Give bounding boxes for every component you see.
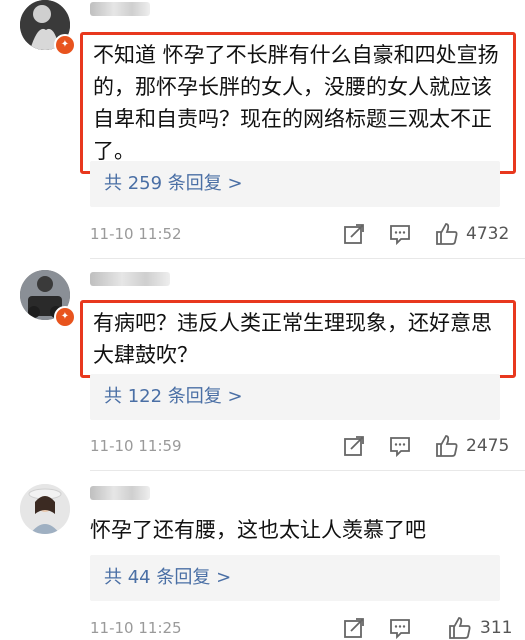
like-count: 2475 xyxy=(466,436,510,456)
comment-icon[interactable] xyxy=(388,434,412,458)
username-blurred[interactable] xyxy=(90,2,150,16)
verified-badge-icon: ✦ xyxy=(54,306,76,328)
view-replies-link[interactable]: 共 122 条回复 > xyxy=(104,374,243,420)
thumbs-up-icon[interactable] xyxy=(435,434,459,458)
view-replies-link[interactable]: 共 44 条回复 > xyxy=(104,555,231,601)
comment-text: 怀孕了还有腰，这也太让人羡慕了吧 xyxy=(90,518,426,542)
reply-box[interactable]: 共 259 条回复 > xyxy=(90,161,500,207)
share-icon[interactable] xyxy=(342,434,366,458)
reply-box[interactable]: 共 122 条回复 > xyxy=(90,374,500,420)
comment-meta: 11-10 11:25 311 xyxy=(90,616,513,640)
comment-text: 不知道 怀孕了不长胖有什么自豪和四处宣扬的，那怀孕长胖的女人，没腰的女人就应该自… xyxy=(80,32,516,174)
comment-item-2: ✦ 有病吧？违反人类正常生理现象，还好意思大肆鼓吹？ 共 122 条回复 > 1… xyxy=(0,270,525,470)
timestamp: 11-10 11:25 xyxy=(90,619,182,637)
verified-badge-icon: ✦ xyxy=(54,34,76,56)
reply-box[interactable]: 共 44 条回复 > xyxy=(90,555,500,601)
divider xyxy=(90,470,525,471)
thumbs-up-icon[interactable] xyxy=(435,222,459,246)
comment-item-3: 怀孕了还有腰，这也太让人羡慕了吧 共 44 条回复 > 11-10 11:25 … xyxy=(0,484,525,640)
username-blurred[interactable] xyxy=(90,272,170,286)
share-icon[interactable] xyxy=(342,616,366,640)
comment-meta: 11-10 11:59 2475 xyxy=(90,434,510,458)
view-replies-link[interactable]: 共 259 条回复 > xyxy=(104,161,243,207)
comment-icon[interactable] xyxy=(388,222,412,246)
like-count: 311 xyxy=(480,618,513,638)
user-avatar[interactable] xyxy=(20,484,70,534)
comment-meta: 11-10 11:52 4732 xyxy=(90,222,510,246)
timestamp: 11-10 11:59 xyxy=(90,437,182,455)
like-count: 4732 xyxy=(466,224,510,244)
timestamp: 11-10 11:52 xyxy=(90,225,182,243)
divider xyxy=(90,258,525,259)
comment-item-1: ✦ 不知道 怀孕了不长胖有什么自豪和四处宣扬的，那怀孕长胖的女人，没腰的女人就应… xyxy=(0,0,525,250)
share-icon[interactable] xyxy=(342,222,366,246)
comment-icon[interactable] xyxy=(388,616,412,640)
comment-text: 有病吧？违反人类正常生理现象，还好意思大肆鼓吹？ xyxy=(80,300,516,378)
username-blurred[interactable] xyxy=(90,486,150,500)
thumbs-up-icon[interactable] xyxy=(448,616,472,640)
